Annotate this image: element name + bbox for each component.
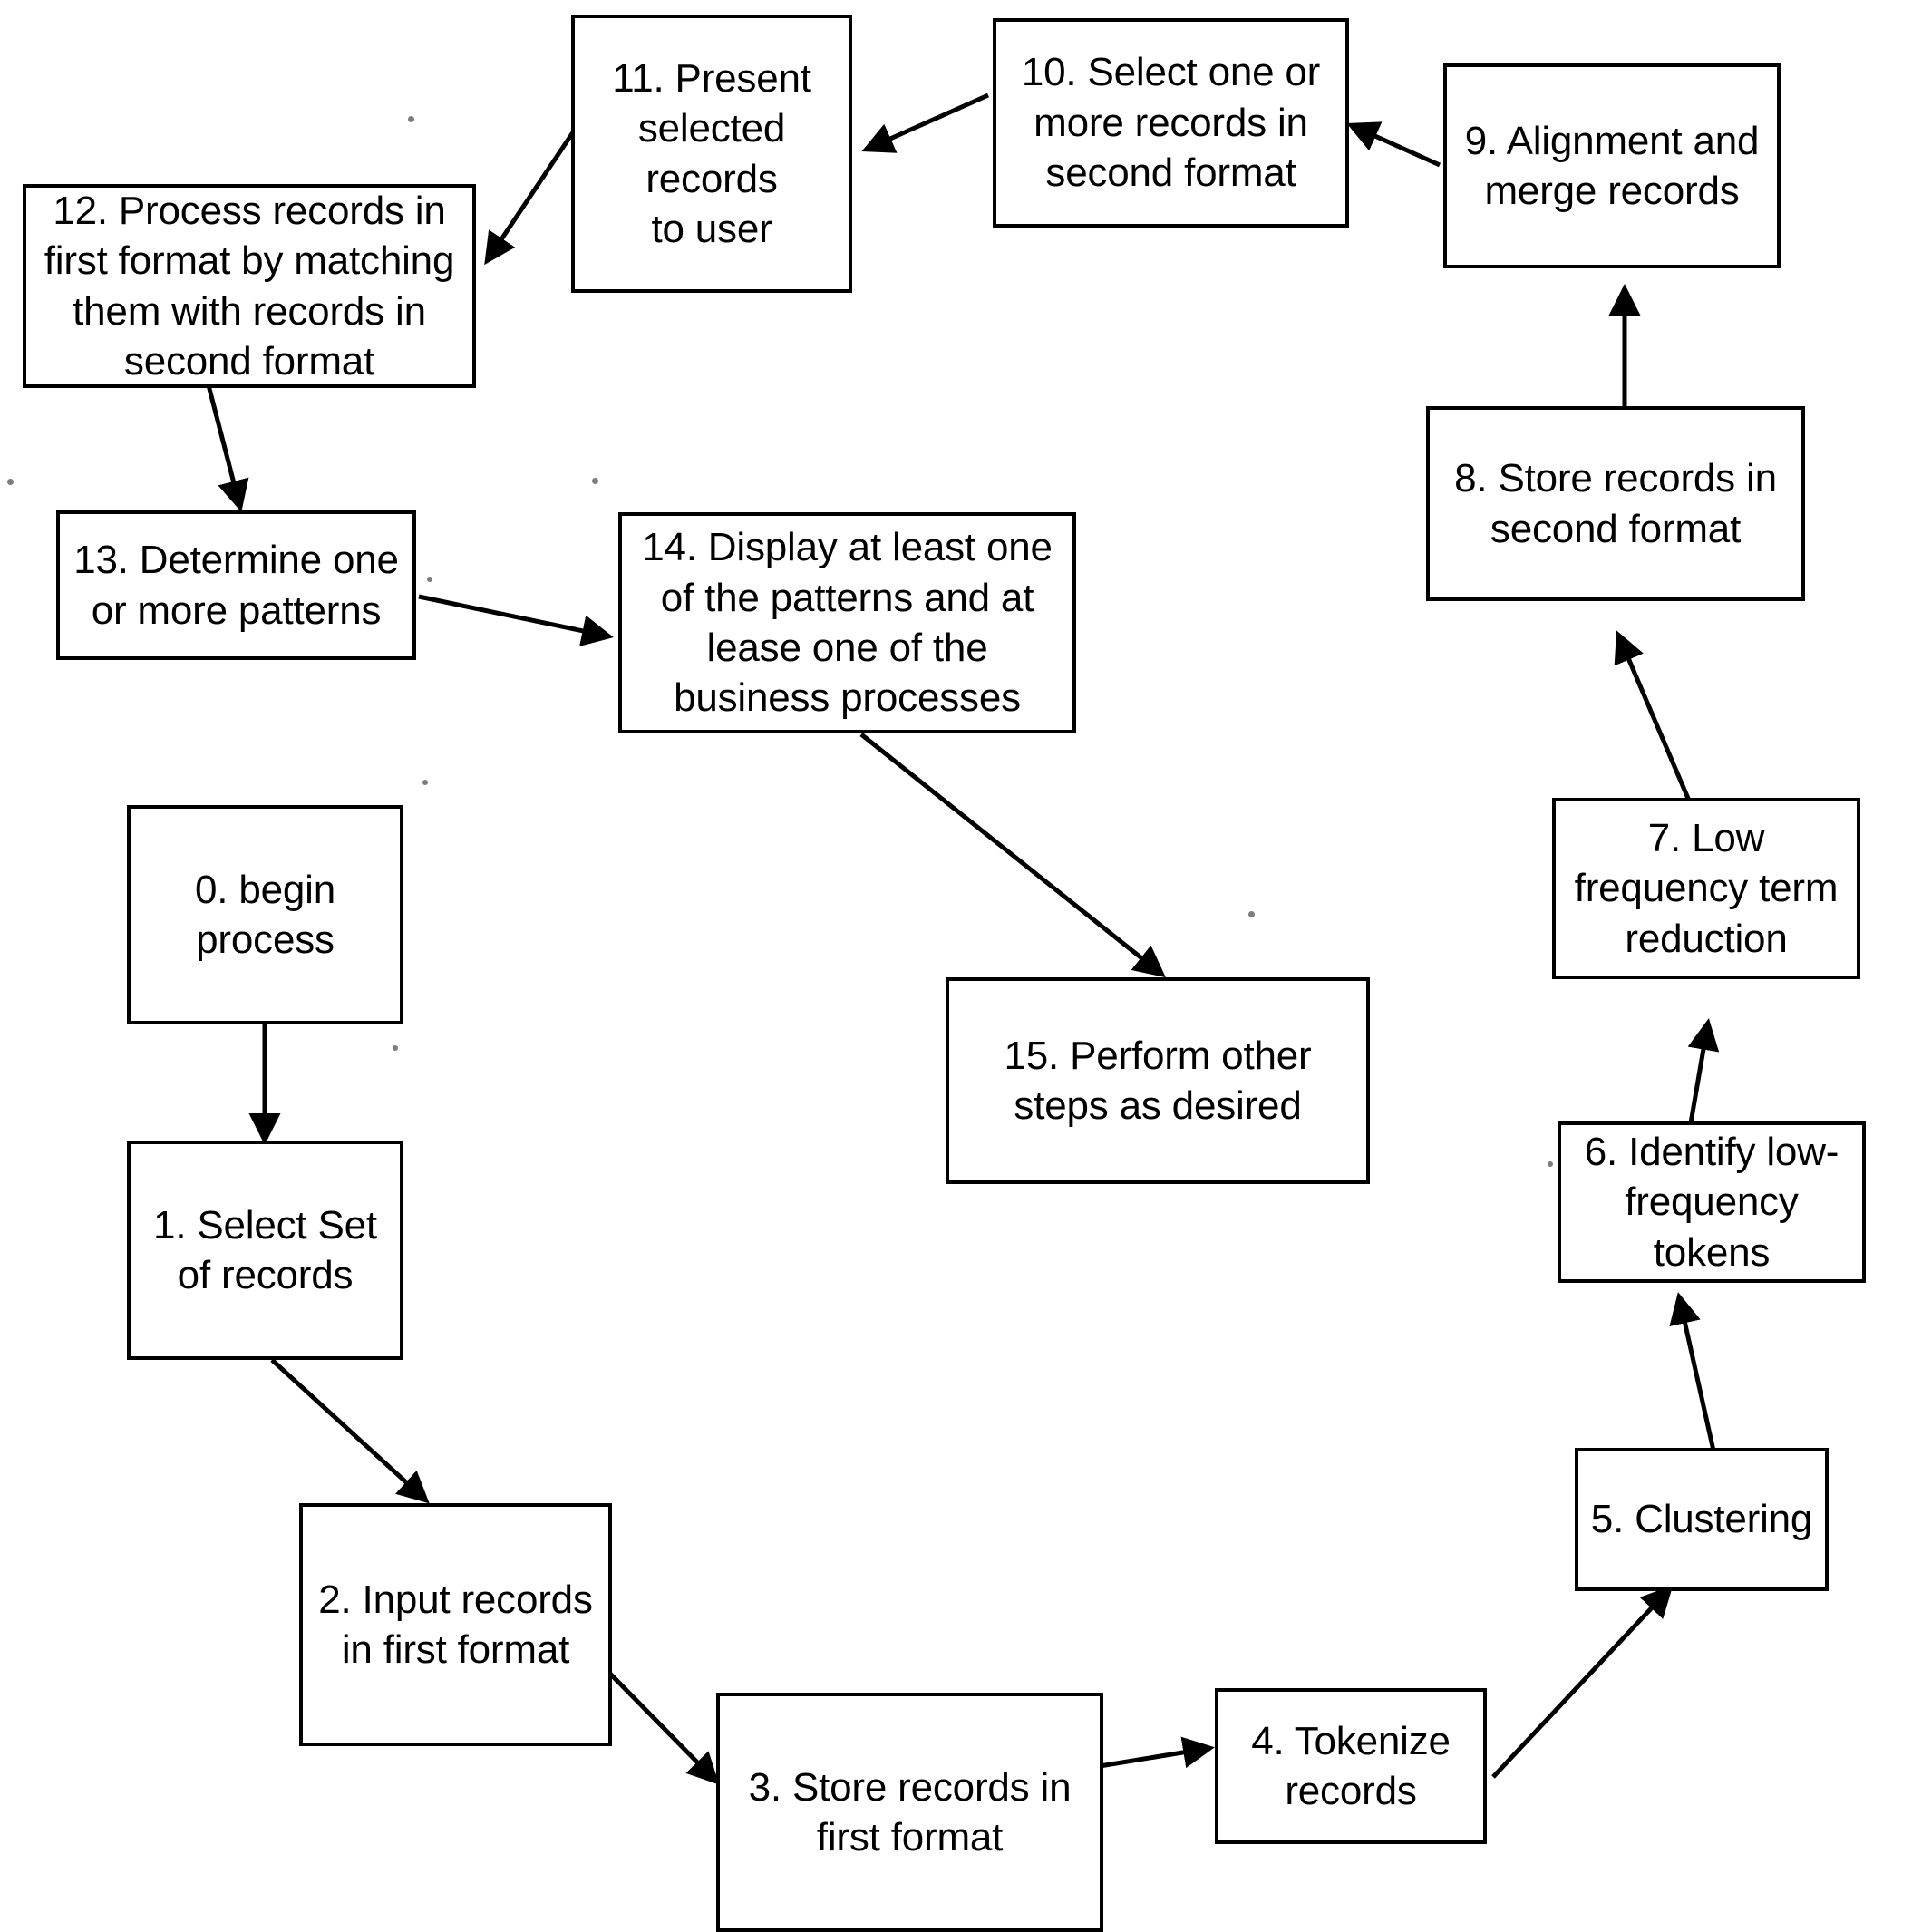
node-11-present-selected-records-to-user[interactable]: 11. Present selected records to user — [571, 15, 852, 293]
node-8-store-records-in-second-format[interactable]: 8. Store records in second format — [1426, 406, 1805, 601]
node-label: 6. Identify low- frequency tokens — [1584, 1129, 1839, 1275]
node-label: 2. Input records in first format — [318, 1577, 593, 1672]
node-label: 11. Present selected records to user — [612, 55, 811, 251]
flowchart-canvas: 0. begin process 1. Select Set of record… — [0, 0, 1912, 1932]
node-label: 0. begin process — [195, 867, 335, 962]
node-4-tokenize-records[interactable]: 4. Tokenize records — [1215, 1688, 1487, 1844]
edge-14-15 — [859, 733, 1166, 978]
node-1-select-set-of-records[interactable]: 1. Select Set of records — [127, 1141, 403, 1360]
node-10-select-records-second-format[interactable]: 10. Select one or more records in second… — [993, 18, 1349, 228]
node-0-begin-process[interactable]: 0. begin process — [127, 805, 403, 1024]
node-label: 10. Select one or more records in second… — [1021, 50, 1321, 196]
node-3-store-records-in-first-format[interactable]: 3. Store records in first format — [716, 1693, 1103, 1932]
node-label: 4. Tokenize records — [1251, 1718, 1451, 1813]
edge-5-6 — [1669, 1292, 1716, 1451]
node-13-determine-patterns[interactable]: 13. Determine one or more patterns — [56, 510, 416, 660]
node-7-low-frequency-term-reduction[interactable]: 7. Low frequency term reduction — [1552, 798, 1860, 979]
edge-4-5 — [1491, 1585, 1674, 1779]
edge-12-13 — [206, 384, 249, 512]
edge-2-3 — [607, 1671, 720, 1785]
node-15-perform-other-steps[interactable]: 15. Perform other steps as desired — [946, 977, 1370, 1184]
edge-10-11 — [861, 92, 990, 153]
node-6-identify-low-frequency-tokens[interactable]: 6. Identify low- frequency tokens — [1558, 1121, 1866, 1283]
node-2-input-records-in-first-format[interactable]: 2. Input records in first format — [299, 1503, 612, 1746]
node-label: 15. Perform other steps as desired — [1004, 1033, 1312, 1128]
node-label: 8. Store records in second format — [1454, 456, 1777, 551]
node-label: 7. Low frequency term reduction — [1574, 815, 1839, 961]
edge-11-12 — [484, 125, 579, 266]
node-label: 9. Alignment and merge records — [1464, 118, 1760, 213]
node-5-clustering[interactable]: 5. Clustering — [1575, 1448, 1829, 1591]
node-label: 1. Select Set of records — [153, 1202, 377, 1297]
node-12-process-records-first-format[interactable]: 12. Process records in first format by m… — [23, 184, 476, 388]
edge-13-14 — [418, 594, 614, 646]
node-label: 12. Process records in first format by m… — [44, 188, 455, 383]
node-9-alignment-and-merge-records[interactable]: 9. Alignment and merge records — [1443, 63, 1781, 268]
node-label: 5. Clustering — [1590, 1497, 1813, 1542]
edge-7-8 — [1614, 630, 1694, 808]
edge-3-4 — [1099, 1736, 1215, 1769]
node-14-display-patterns-business-processes[interactable]: 14. Display at least one of the patterns… — [618, 512, 1076, 733]
node-label: 3. Store records in first format — [748, 1764, 1072, 1859]
node-label: 14. Display at least one of the patterns… — [642, 525, 1053, 721]
node-label: 13. Determine one or more patterns — [73, 538, 399, 633]
edge-9-10 — [1346, 121, 1441, 168]
edge-1-2 — [270, 1358, 430, 1504]
